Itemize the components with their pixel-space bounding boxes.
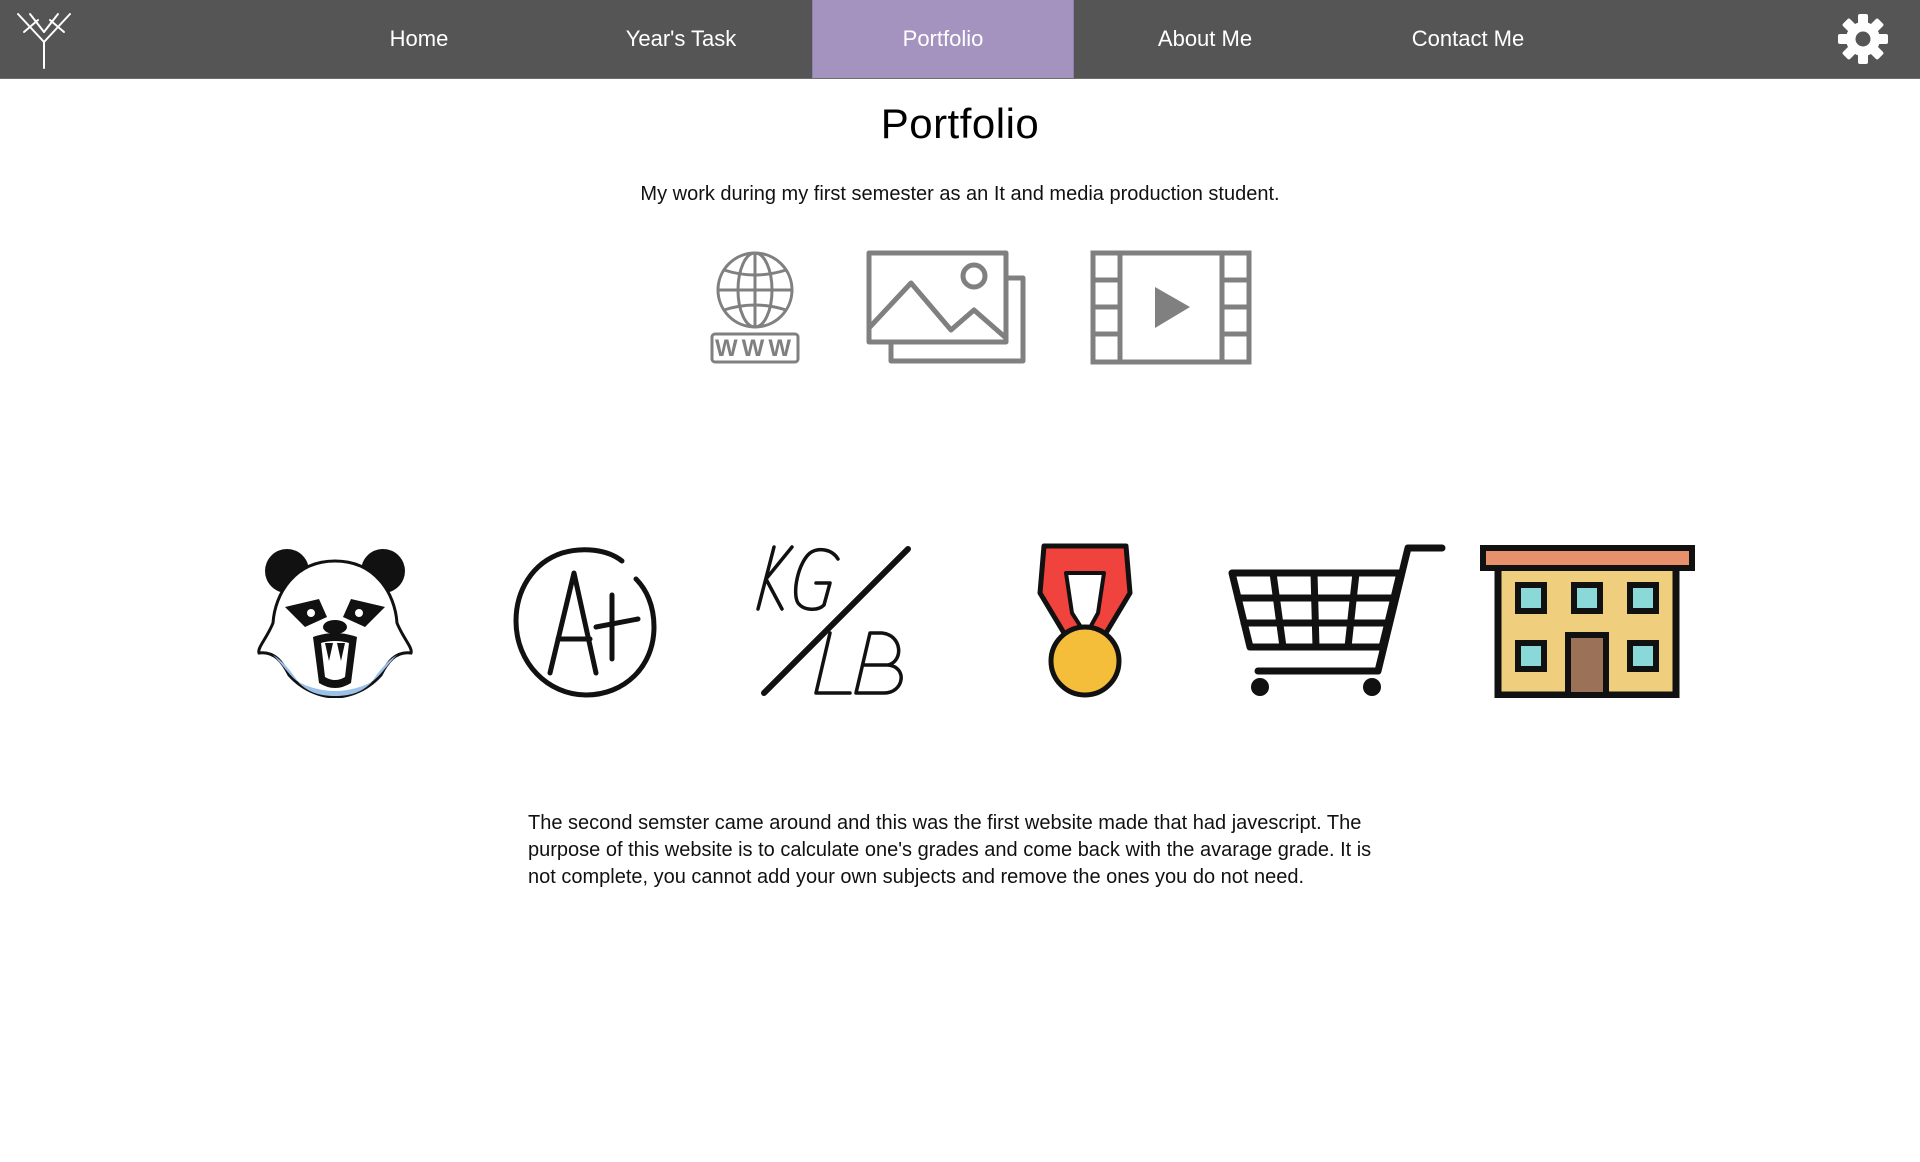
panda-logo-icon[interactable]	[255, 543, 415, 698]
nav-years-task[interactable]: Year's Task	[550, 0, 812, 78]
nav-about-me-label: About Me	[1157, 26, 1253, 51]
nav-about-me[interactable]: About Me	[1074, 0, 1336, 78]
top-navbar: Home Year's Task Portfolio About Me Cont…	[0, 0, 1920, 79]
logo-icon[interactable]	[16, 10, 72, 70]
nav-portfolio-label: Portfolio	[902, 26, 984, 51]
nav-years-task-label: Year's Task	[625, 26, 737, 51]
gear-icon[interactable]	[1836, 12, 1890, 66]
nav-home-label: Home	[389, 26, 449, 51]
medal-icon[interactable]	[1036, 543, 1134, 698]
a-plus-grade-icon[interactable]	[512, 543, 658, 698]
kg-lb-converter-icon[interactable]	[752, 543, 917, 698]
nav-contact-me[interactable]: Contact Me	[1337, 0, 1599, 78]
building-icon[interactable]	[1480, 543, 1695, 698]
project-description: The second semster came around and this …	[528, 812, 1372, 888]
video-film-icon[interactable]	[1090, 250, 1252, 365]
svg-text:WWW: WWW	[715, 335, 795, 362]
page-title: Portfolio	[880, 100, 1040, 147]
nav-portfolio[interactable]: Portfolio	[812, 0, 1074, 78]
nav-contact-me-label: Contact Me	[1411, 26, 1525, 51]
nav-home[interactable]: Home	[288, 0, 550, 78]
images-icon[interactable]	[866, 250, 1028, 365]
page-subtitle: My work during my first semester as an I…	[640, 183, 1280, 205]
globe-www-icon[interactable]: WWW	[710, 250, 800, 365]
shopping-cart-icon[interactable]	[1228, 543, 1446, 698]
